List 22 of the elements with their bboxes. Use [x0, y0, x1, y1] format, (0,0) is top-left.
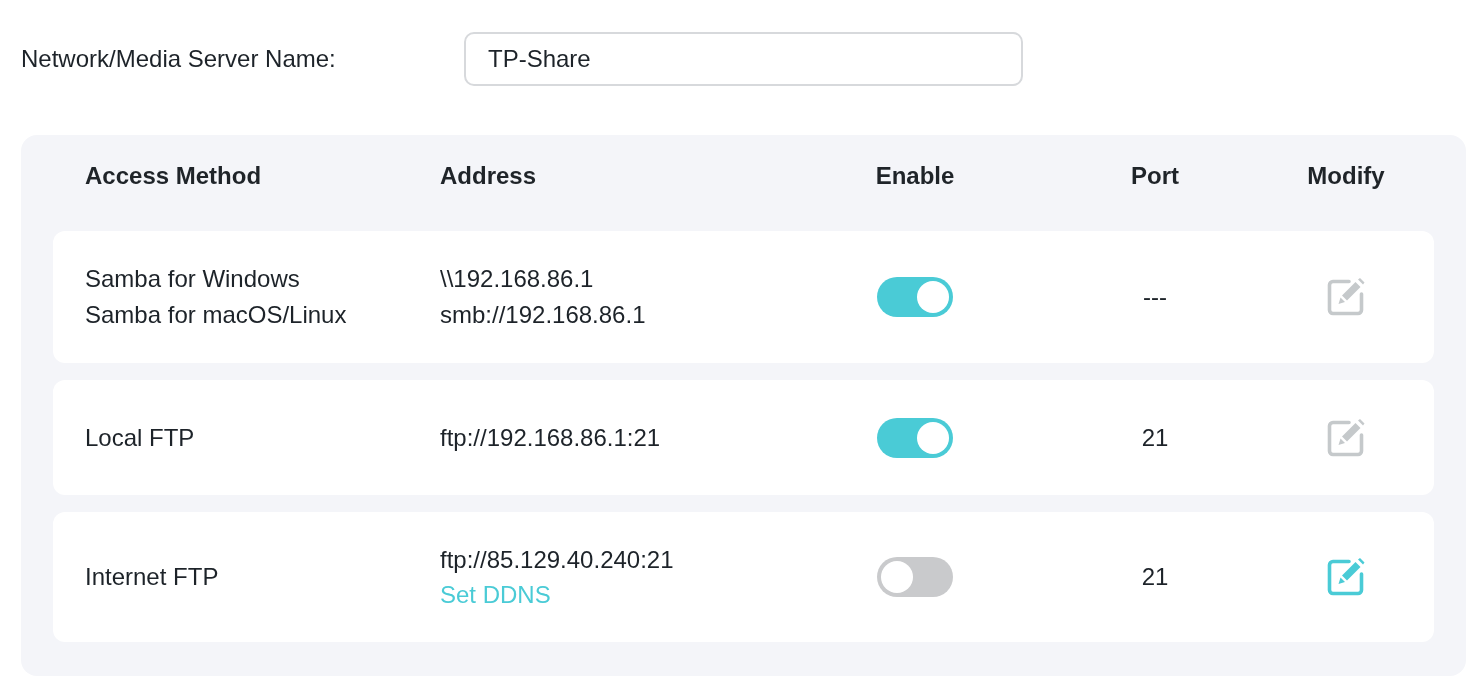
port-value: ---: [1143, 283, 1167, 311]
toggle-switch[interactable]: [877, 277, 953, 317]
access-method: Local FTP: [85, 422, 195, 453]
address-text: smb://192.168.86.1: [440, 300, 646, 330]
column-header: Modify: [1307, 161, 1385, 190]
toggle-switch[interactable]: [877, 417, 953, 458]
access-method: Internet FTP: [85, 562, 219, 592]
server-name-field[interactable]: TP-Share: [464, 32, 1023, 86]
field-label: Network/Media Server Name:: [21, 45, 337, 73]
address-text: ftp://85.129.40.240:21: [440, 545, 674, 575]
column-header: Port: [1131, 161, 1179, 190]
edit-icon[interactable]: [1327, 558, 1365, 596]
address-text: ftp://192.168.86.1:21: [440, 422, 661, 453]
toggle-switch[interactable]: [877, 557, 953, 597]
port-value: 21: [1141, 563, 1169, 591]
access-method: Samba for Windows: [85, 264, 300, 294]
column-header: Access Method: [85, 161, 262, 190]
access-method: Samba for macOS/Linux: [85, 300, 347, 330]
port-value: 21: [1141, 423, 1169, 452]
address-text: \\192.168.86.1: [440, 264, 594, 294]
column-header: Enable: [875, 161, 955, 190]
column-header: Address: [440, 161, 537, 190]
